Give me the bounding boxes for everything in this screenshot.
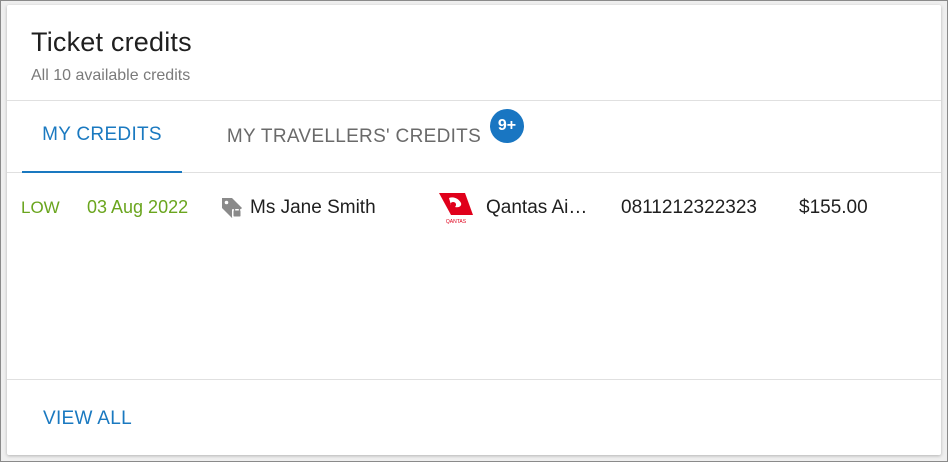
card-header: Ticket credits All 10 available credits — [7, 5, 941, 101]
credit-status: LOW — [21, 198, 60, 217]
card-title: Ticket credits — [31, 27, 192, 57]
svg-text:QANTAS: QANTAS — [446, 219, 467, 225]
credit-amount: $155.00 — [799, 197, 868, 218]
view-all-button[interactable]: VIEW ALL — [43, 408, 132, 430]
tab-my-travellers-credits[interactable]: MY TRAVELLERS' CREDITS — [219, 101, 489, 173]
tag-lock-icon — [219, 195, 245, 221]
card-subtitle: All 10 available credits — [31, 67, 191, 84]
travellers-credits-count-badge: 9+ — [490, 109, 524, 143]
credits-tabs: MY CREDITS MY TRAVELLERS' CREDITS — [7, 101, 941, 173]
credit-row[interactable]: LOW 03 Aug 2022 Ms Jane Smith QANTAS Qan… — [7, 173, 941, 239]
card-footer: VIEW ALL — [7, 379, 941, 455]
ticket-credits-card: Ticket credits All 10 available credits … — [7, 5, 941, 455]
airline-name: Qantas Ai… — [486, 197, 588, 218]
qantas-logo-icon: QANTAS — [437, 191, 475, 225]
ticket-number: 0811212322323 — [621, 197, 757, 218]
tab-my-credits[interactable]: MY CREDITS — [22, 101, 182, 173]
traveller-name: Ms Jane Smith — [250, 197, 376, 218]
credit-expiry-date: 03 Aug 2022 — [87, 197, 189, 217]
window-frame: Ticket credits All 10 available credits … — [0, 0, 948, 462]
